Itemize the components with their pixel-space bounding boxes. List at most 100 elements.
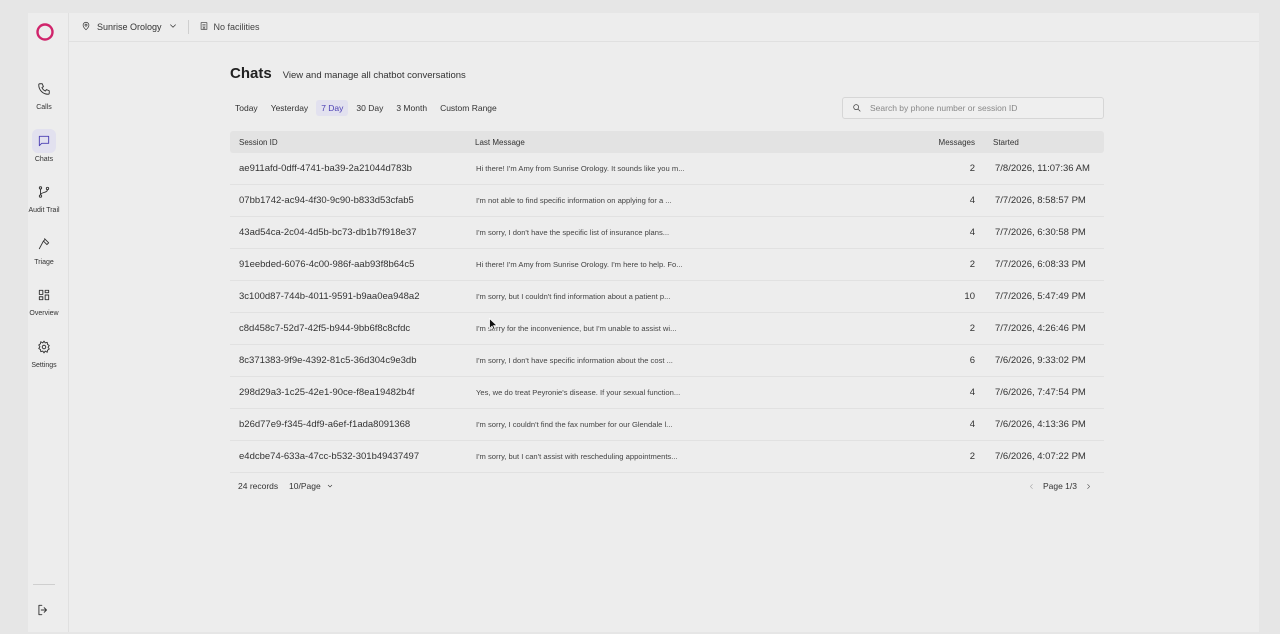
next-page-button[interactable] (1082, 480, 1094, 492)
grid-icon (32, 283, 56, 307)
started-cell: 7/7/2026, 6:08:33 PM (995, 259, 1086, 270)
sidebar-item-overview[interactable]: Overview (28, 283, 60, 317)
table-row[interactable]: c8d458c7-52d7-42f5-b944-9bb6f8c8cfdc I'm… (230, 313, 1104, 345)
sidebar-item-label: Settings (31, 362, 57, 369)
page-header: Chats View and manage all chatbot conver… (230, 65, 466, 82)
table-footer: 24 records 10/Page Page 1/3 (238, 479, 1094, 495)
phone-icon (32, 77, 56, 101)
branch-icon (32, 180, 56, 204)
table-row[interactable]: 8c371383-9f9e-4392-81c5-36d304c9e3db I'm… (230, 345, 1104, 377)
chevron-down-icon (168, 21, 178, 33)
topbar-divider (187, 20, 189, 34)
filter-7-day[interactable]: 7 Day (316, 100, 349, 116)
last-message-cell: Yes, we do treat Peyronie's disease. If … (476, 388, 681, 397)
sidebar-item-label: Audit Trail (28, 207, 60, 214)
last-message-cell: I'm sorry, I don't have the specific lis… (476, 228, 670, 237)
top-bar: Sunrise Orology No facilities (69, 13, 1259, 42)
chat-icon (32, 129, 56, 153)
filter-custom-range[interactable]: Custom Range (435, 100, 502, 116)
sidebar-item-label: Chats (34, 156, 54, 163)
last-message-cell: I'm sorry for the inconvenience, but I'm… (476, 324, 677, 333)
sidebar-item-audit-trail[interactable]: Audit Trail (28, 180, 60, 214)
filter-3-month[interactable]: 3 Month (391, 100, 432, 116)
facilities-indicator: No facilities (199, 21, 260, 33)
page-indicator: Page 1/3 (1042, 481, 1077, 491)
messages-count-cell: 4 (969, 195, 975, 206)
column-header-session-id[interactable]: Session ID (230, 138, 466, 147)
table-row[interactable]: 91eebded-6076-4c00-986f-aab93f8b64c5 Hi … (230, 249, 1104, 281)
sidebar-item-triage[interactable]: Triage (28, 232, 60, 266)
location-pin-icon (81, 21, 91, 33)
page-size-selector[interactable]: 10/Page (289, 481, 334, 491)
table-row[interactable]: 298d29a3-1c25-42e1-90ce-f8ea19482b4f Yes… (230, 377, 1104, 409)
location-selector[interactable]: Sunrise Orology (81, 21, 178, 33)
chevron-right-icon (1085, 483, 1092, 490)
last-message-cell: Hi there! I'm Amy from Sunrise Orology. … (476, 164, 685, 173)
sidebar-item-label: Calls (36, 104, 52, 111)
sidebar-item-calls[interactable]: Calls (28, 77, 60, 111)
filter-yesterday[interactable]: Yesterday (266, 100, 314, 116)
started-cell: 7/7/2026, 5:47:49 PM (995, 291, 1086, 302)
table-row[interactable]: 07bb1742-ac94-4f30-9c90-b833d53cfab5 I'm… (230, 185, 1104, 217)
hammer-icon (32, 232, 56, 256)
table-row[interactable]: e4dcbe74-633a-47cc-b532-301b49437497 I'm… (230, 441, 1104, 473)
started-cell: 7/6/2026, 4:07:22 PM (995, 451, 1086, 462)
last-message-cell: I'm sorry, but I can't assist with resch… (476, 452, 678, 461)
session-id-cell: e4dcbe74-633a-47cc-b532-301b49437497 (239, 451, 420, 462)
chevron-down-icon (321, 482, 334, 490)
messages-count-cell: 10 (964, 291, 975, 302)
table-row[interactable]: b26d77e9-f345-4df9-a6ef-f1ada8091368 I'm… (230, 409, 1104, 441)
table-header: Session ID Last Message Messages Started (230, 131, 1104, 153)
building-icon (199, 21, 209, 33)
mouse-cursor-icon (489, 317, 499, 331)
table-row[interactable]: 43ad54ca-2c04-4d5b-bc73-db1b7f918e37 I'm… (230, 217, 1104, 249)
session-id-cell: 43ad54ca-2c04-4d5b-bc73-db1b7f918e37 (239, 227, 417, 238)
sidebar-item-settings[interactable]: Settings (28, 335, 60, 369)
messages-count-cell: 4 (969, 227, 975, 238)
table-row[interactable]: 3c100d87-744b-4011-9591-b9aa0ea948a2 I'm… (230, 281, 1104, 313)
page-size-value: 10/Page (289, 481, 321, 491)
search-box (842, 97, 1104, 119)
pagination: Page 1/3 (1026, 480, 1094, 492)
table-row[interactable]: ae911afd-0dff-4741-ba39-2a21044d783b Hi … (230, 153, 1104, 185)
messages-count-cell: 2 (969, 323, 975, 334)
sidebar-divider (33, 584, 55, 585)
session-id-cell: ae911afd-0dff-4741-ba39-2a21044d783b (239, 163, 412, 174)
brand-logo-icon[interactable] (35, 22, 55, 42)
started-cell: 7/7/2026, 8:58:57 PM (995, 195, 1086, 206)
session-id-cell: 8c371383-9f9e-4392-81c5-36d304c9e3db (239, 355, 417, 366)
last-message-cell: I'm sorry, but I couldn't find informati… (476, 292, 671, 301)
column-header-started[interactable]: Started (975, 138, 1104, 147)
last-message-cell: Hi there! I'm Amy from Sunrise Orology. … (476, 260, 683, 269)
last-message-cell: I'm sorry, I don't have specific informa… (476, 356, 673, 365)
started-cell: 7/7/2026, 6:30:58 PM (995, 227, 1086, 238)
previous-page-button[interactable] (1026, 480, 1038, 492)
column-header-last-message[interactable]: Last Message (466, 138, 906, 147)
column-header-messages[interactable]: Messages (906, 138, 975, 147)
sidebar-item-chats[interactable]: Chats (28, 129, 60, 163)
session-id-cell: 298d29a3-1c25-42e1-90ce-f8ea19482b4f (239, 387, 415, 398)
chevron-left-icon (1028, 483, 1035, 490)
filter-today[interactable]: Today (230, 100, 263, 116)
location-name: Sunrise Orology (97, 22, 162, 32)
messages-count-cell: 2 (969, 259, 975, 270)
sidebar-item-label: Triage (34, 259, 54, 266)
started-cell: 7/8/2026, 11:07:36 AM (995, 163, 1090, 174)
session-id-cell: 91eebded-6076-4c00-986f-aab93f8b64c5 (239, 259, 415, 270)
gear-icon (32, 335, 56, 359)
logout-button[interactable] (36, 603, 52, 619)
session-id-cell: c8d458c7-52d7-42f5-b944-9bb6f8c8cfdc (239, 323, 411, 334)
sidebar: Calls Chats Audit Trail Triage Overview (28, 13, 69, 632)
started-cell: 7/6/2026, 7:47:54 PM (995, 387, 1086, 398)
records-count: 24 records (238, 481, 279, 491)
page-title: Chats (230, 65, 272, 82)
date-filter-tabs: Today Yesterday 7 Day 30 Day 3 Month Cus… (230, 100, 505, 116)
messages-count-cell: 4 (969, 387, 975, 398)
session-id-cell: 07bb1742-ac94-4f30-9c90-b833d53cfab5 (239, 195, 414, 206)
search-icon (843, 103, 862, 113)
sidebar-item-label: Overview (29, 310, 59, 317)
messages-count-cell: 2 (969, 451, 975, 462)
search-input[interactable] (868, 102, 1092, 114)
logout-icon (36, 604, 50, 621)
filter-30-day[interactable]: 30 Day (351, 100, 388, 116)
